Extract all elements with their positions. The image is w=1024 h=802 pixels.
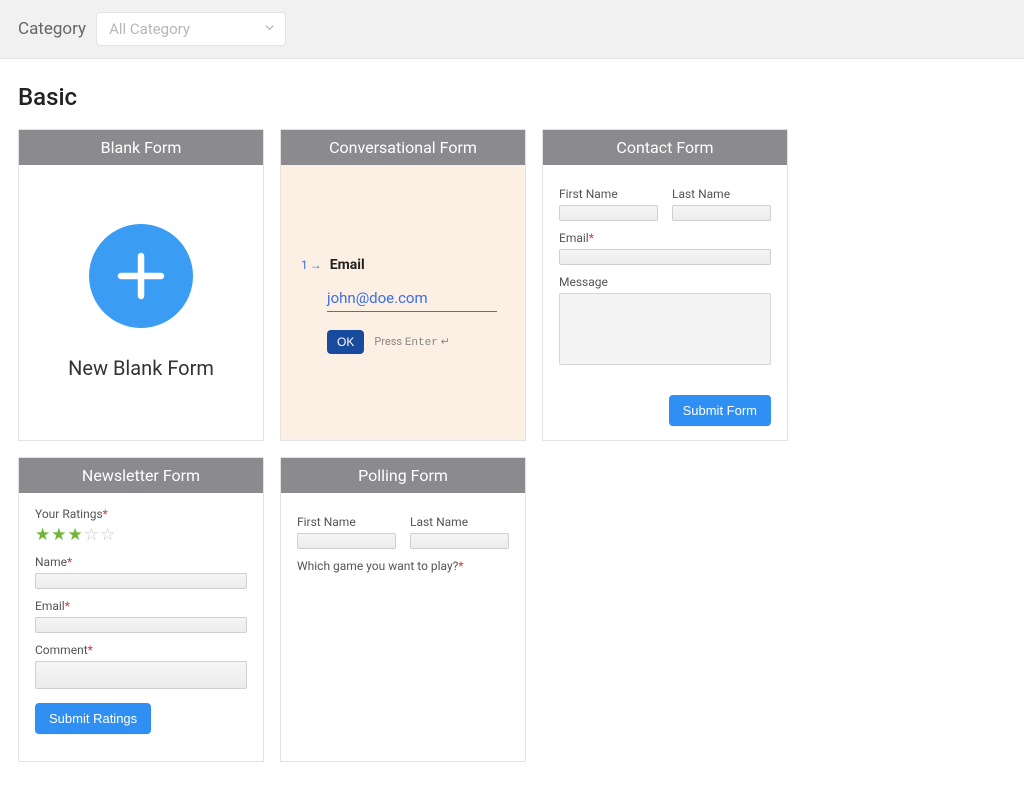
step-indicator: 1 → <box>301 258 322 272</box>
first-name-label: First Name <box>297 515 396 529</box>
submit-form-button[interactable]: Submit Form <box>669 395 771 426</box>
card-header: Newsletter Form <box>19 458 263 493</box>
card-header: Blank Form <box>19 130 263 165</box>
category-select[interactable]: All Category <box>96 12 286 46</box>
last-name-input[interactable] <box>672 205 771 221</box>
card-header: Polling Form <box>281 458 525 493</box>
chevron-down-icon <box>264 22 275 36</box>
star-icon[interactable]: ★ <box>51 525 66 545</box>
submit-ratings-button[interactable]: Submit Ratings <box>35 703 151 734</box>
ratings-label: Your Ratings* <box>35 507 247 521</box>
email-label: Email* <box>559 231 771 245</box>
star-icon[interactable]: ★ <box>35 525 50 545</box>
first-name-input[interactable] <box>297 533 396 549</box>
blank-form-caption: New Blank Form <box>68 356 214 380</box>
email-input[interactable] <box>559 249 771 265</box>
card-contact-form[interactable]: Contact Form First Name Last Name Email* <box>542 129 788 441</box>
category-label: Category <box>18 19 86 39</box>
card-header: Conversational Form <box>281 130 525 165</box>
email-label: Email* <box>35 599 247 613</box>
card-polling-form[interactable]: Polling Form First Name Last Name Which … <box>280 457 526 762</box>
email-input[interactable] <box>35 617 247 633</box>
first-name-input[interactable] <box>559 205 658 221</box>
star-icon[interactable]: ☆ <box>84 525 99 545</box>
name-label: Name* <box>35 555 247 569</box>
star-icon[interactable]: ★ <box>68 525 83 545</box>
card-newsletter-form[interactable]: Newsletter Form Your Ratings* ★ ★ ★ ☆ ☆ … <box>18 457 264 762</box>
email-field[interactable]: john@doe.com <box>327 287 497 312</box>
card-conversational-form[interactable]: Conversational Form 1 → Email john@doe.c… <box>280 129 526 441</box>
category-select-value: All Category <box>109 20 190 38</box>
last-name-label: Last Name <box>410 515 509 529</box>
card-blank-form[interactable]: Blank Form New Blank Form <box>18 129 264 441</box>
last-name-input[interactable] <box>410 533 509 549</box>
star-icon[interactable]: ☆ <box>100 525 115 545</box>
ok-button[interactable]: OK <box>327 330 364 354</box>
poll-question-label: Which game you want to play?* <box>297 559 509 573</box>
message-label: Message <box>559 275 771 289</box>
section-title: Basic <box>18 83 1006 111</box>
question-label: Email <box>330 257 365 273</box>
enter-hint: Press Enter ↵ <box>374 335 449 349</box>
first-name-label: First Name <box>559 187 658 201</box>
plus-icon <box>89 224 193 328</box>
card-header: Contact Form <box>543 130 787 165</box>
last-name-label: Last Name <box>672 187 771 201</box>
comment-input[interactable] <box>35 661 247 689</box>
message-textarea[interactable] <box>559 293 771 365</box>
star-rating[interactable]: ★ ★ ★ ☆ ☆ <box>35 525 247 545</box>
name-input[interactable] <box>35 573 247 589</box>
arrow-right-icon: → <box>310 258 322 272</box>
comment-label: Comment* <box>35 643 247 657</box>
